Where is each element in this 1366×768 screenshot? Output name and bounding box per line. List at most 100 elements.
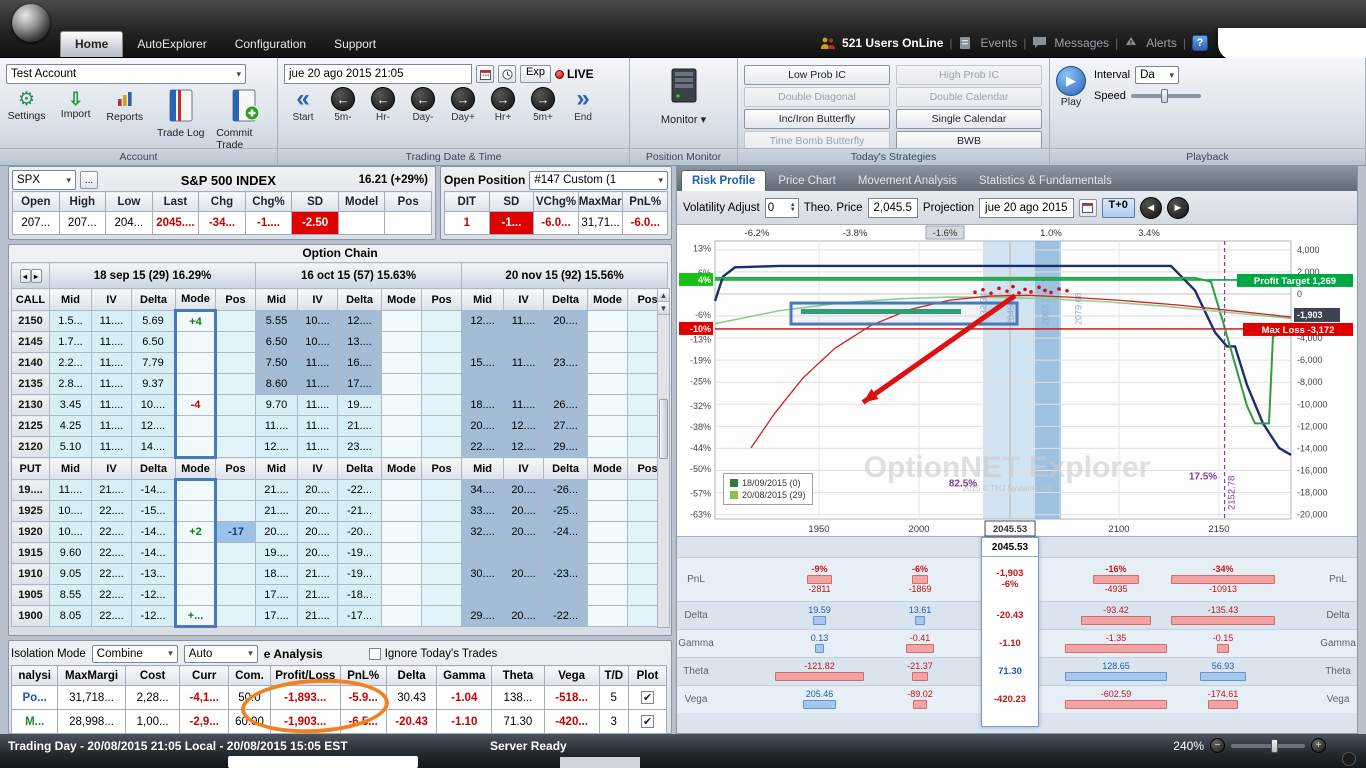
auto-select[interactable]: Auto▾ (184, 645, 258, 663)
chain-cell[interactable] (382, 437, 422, 458)
chain-cell[interactable]: 5.10 (50, 437, 92, 458)
chain-cell[interactable]: 20.... (298, 501, 338, 522)
chain-cell[interactable] (422, 353, 462, 374)
chain-cell[interactable]: 15.... (462, 353, 504, 374)
chain-cell[interactable] (462, 374, 504, 395)
chain-cell[interactable]: 34.... (462, 480, 504, 501)
chain-cell[interactable] (216, 416, 256, 437)
speed-slider[interactable] (1131, 94, 1201, 98)
scroll-up-icon[interactable]: ▲ (658, 289, 669, 302)
chain-cell[interactable]: 12.... (338, 311, 382, 332)
chain-cell[interactable] (422, 501, 462, 522)
chain-cell[interactable]: -18... (338, 585, 382, 606)
chain-cell[interactable]: 33.... (462, 501, 504, 522)
chain-cell[interactable]: 18.... (462, 395, 504, 416)
account-selector[interactable]: Test Account▾ (6, 64, 246, 84)
chain-cell[interactable]: 22.... (92, 564, 132, 585)
chain-cell[interactable] (176, 374, 216, 395)
chain-cell[interactable]: 11.... (50, 480, 92, 501)
projection-calendar-icon[interactable] (1079, 199, 1097, 217)
chain-cell[interactable]: 5.69 (132, 311, 176, 332)
chain-cell[interactable]: 14.... (132, 437, 176, 458)
chain-cell[interactable]: 11.... (92, 437, 132, 458)
chain-cell[interactable] (422, 437, 462, 458)
tab-home[interactable]: Home (60, 31, 123, 57)
chain-cell[interactable]: 20.... (504, 564, 544, 585)
chain-cell[interactable] (588, 543, 628, 564)
chain-cell[interactable]: 6.50 (256, 332, 298, 353)
chain-cell[interactable] (544, 585, 588, 606)
chain-cell[interactable] (504, 374, 544, 395)
chain-cell[interactable]: -24... (544, 522, 588, 543)
chain-cell[interactable]: 8.05 (50, 606, 92, 627)
chain-cell[interactable] (382, 585, 422, 606)
chain-cell[interactable]: 21.... (256, 480, 298, 501)
expiry-header[interactable]: 20 nov 15 (92) 15.56% (462, 263, 668, 289)
tab-risk-profile[interactable]: Risk Profile (681, 170, 766, 191)
app-logo-icon[interactable] (12, 4, 50, 42)
chain-cell[interactable]: 8.60 (256, 374, 298, 395)
chain-cell[interactable] (588, 585, 628, 606)
strategy-double-diagonal[interactable]: Double Diagonal (744, 87, 890, 107)
chain-cell[interactable]: 6.50 (132, 332, 176, 353)
strike-cell[interactable]: 1915 (12, 543, 50, 564)
chain-cell[interactable] (422, 564, 462, 585)
plot-checkbox[interactable]: ✔ (641, 691, 654, 704)
chain-cell[interactable]: 29.... (462, 606, 504, 627)
expiry-header[interactable]: 16 oct 15 (57) 15.63% (256, 263, 462, 289)
chain-cell[interactable]: 22.... (92, 543, 132, 564)
chain-cell[interactable]: 22.... (92, 585, 132, 606)
clock-icon[interactable] (498, 65, 516, 83)
chain-cell[interactable]: 11.... (298, 374, 338, 395)
tab-autoexplorer[interactable]: AutoExplorer (123, 32, 220, 57)
chain-cell[interactable]: 7.79 (132, 353, 176, 374)
nav-5m-[interactable]: ←5m- (326, 87, 360, 123)
chain-cell[interactable]: 19.... (256, 543, 298, 564)
chain-cell[interactable] (588, 311, 628, 332)
chain-cell[interactable] (588, 606, 628, 627)
strike-cell[interactable]: 2145 (12, 332, 50, 353)
chain-cell[interactable]: 17.... (256, 606, 298, 627)
chain-cell[interactable] (382, 311, 422, 332)
chain-cell[interactable]: -14... (132, 480, 176, 501)
chain-cell[interactable]: -25... (544, 501, 588, 522)
chain-cell[interactable]: 2.8... (50, 374, 92, 395)
chain-cell[interactable] (382, 395, 422, 416)
chain-cell[interactable]: 17.... (338, 374, 382, 395)
speed-slider-thumb[interactable] (1161, 89, 1168, 103)
chain-cell[interactable]: 5.55 (256, 311, 298, 332)
strike-cell[interactable]: 1905 (12, 585, 50, 606)
tab-movement-analysis[interactable]: Movement Analysis (848, 171, 967, 191)
projection-forward-button[interactable]: ► (1167, 197, 1189, 219)
strategy-inc-iron-butterfly[interactable]: Inc/Iron Butterfly (744, 109, 890, 129)
chain-cell[interactable]: -17... (338, 606, 382, 627)
trade-log-button[interactable]: Trade Log (153, 88, 208, 139)
play-button[interactable]: ▶ (1056, 66, 1086, 96)
chain-cell[interactable] (176, 585, 216, 606)
chain-cell[interactable]: +... (176, 606, 216, 627)
chain-cell[interactable]: 29.... (544, 437, 588, 458)
chain-cell[interactable]: 11.... (92, 395, 132, 416)
nav-start[interactable]: «Start (286, 87, 320, 123)
chain-cell[interactable]: 4.25 (50, 416, 92, 437)
strike-cell[interactable]: 2150 (12, 311, 50, 332)
chain-cell[interactable] (422, 585, 462, 606)
chain-cell[interactable] (176, 543, 216, 564)
chain-cell[interactable]: 8.55 (50, 585, 92, 606)
nav-day+[interactable]: →Day+ (446, 87, 480, 123)
chain-cell[interactable]: -12... (132, 585, 176, 606)
strike-cell[interactable]: 19.... (12, 480, 50, 501)
expiry-header[interactable]: 18 sep 15 (29) 16.29% (50, 263, 256, 289)
strike-cell[interactable]: 2130 (12, 395, 50, 416)
chain-cell[interactable]: -26... (544, 480, 588, 501)
chain-cell[interactable] (588, 522, 628, 543)
chain-cell[interactable]: +4 (176, 311, 216, 332)
chain-cell[interactable] (504, 585, 544, 606)
zoom-slider-thumb[interactable] (1271, 739, 1278, 753)
chain-cell[interactable] (422, 480, 462, 501)
chain-cell[interactable] (462, 585, 504, 606)
chain-cell[interactable] (504, 543, 544, 564)
chain-cell[interactable] (588, 353, 628, 374)
tab-support[interactable]: Support (320, 32, 390, 57)
chain-cell[interactable]: 12.... (504, 437, 544, 458)
